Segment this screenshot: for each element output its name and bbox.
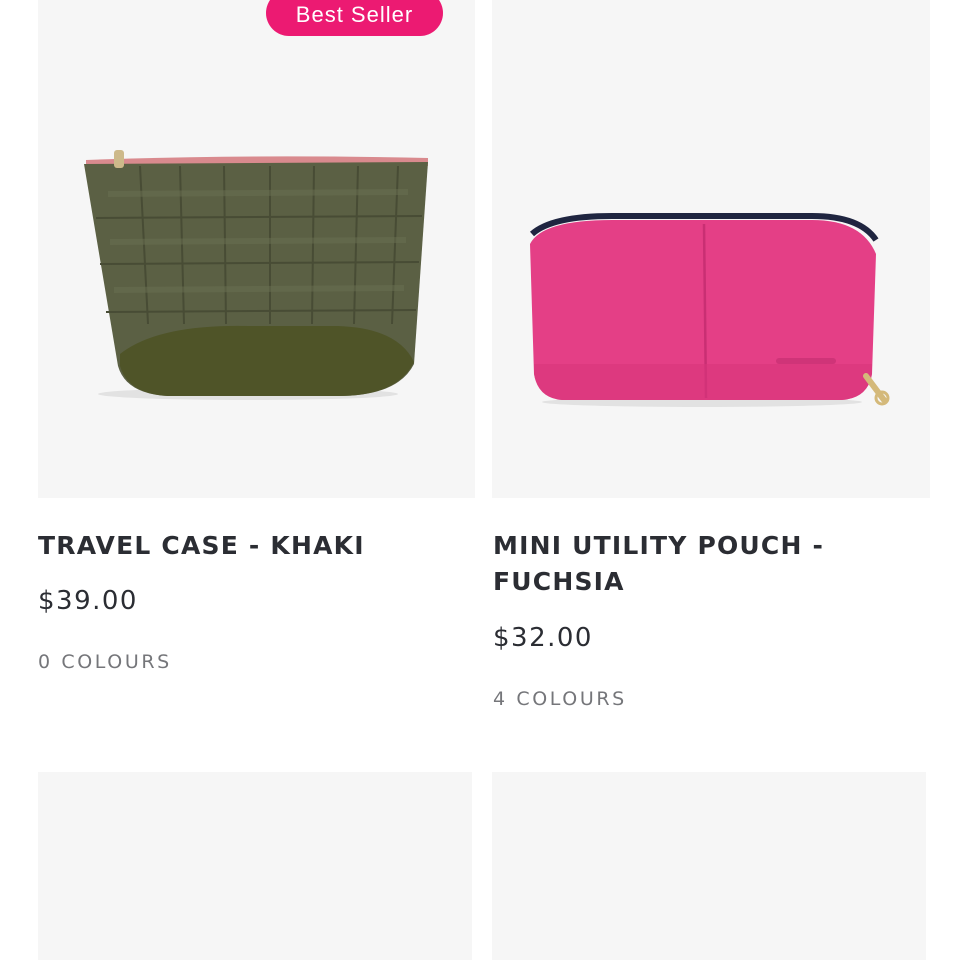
product-price: $32.00: [493, 623, 593, 653]
product-image-placeholder[interactable]: [492, 772, 926, 960]
product-image-travel-case[interactable]: [38, 0, 475, 498]
fuchsia-pouch-image: [529, 213, 890, 407]
product-image-placeholder[interactable]: [38, 772, 472, 960]
product-title[interactable]: TRAVEL CASE - KHAKI: [38, 528, 468, 564]
colour-count[interactable]: 4 COLOURS: [493, 688, 627, 710]
colour-count[interactable]: 0 COLOURS: [38, 651, 172, 673]
khaki-travel-case-image: [84, 150, 428, 400]
product-price: $39.00: [38, 586, 138, 616]
product-image-mini-utility-pouch[interactable]: [492, 0, 930, 498]
best-seller-badge: Best Seller: [266, 0, 443, 36]
product-title[interactable]: MINI UTILITY POUCH - FUCHSIA: [493, 528, 913, 600]
